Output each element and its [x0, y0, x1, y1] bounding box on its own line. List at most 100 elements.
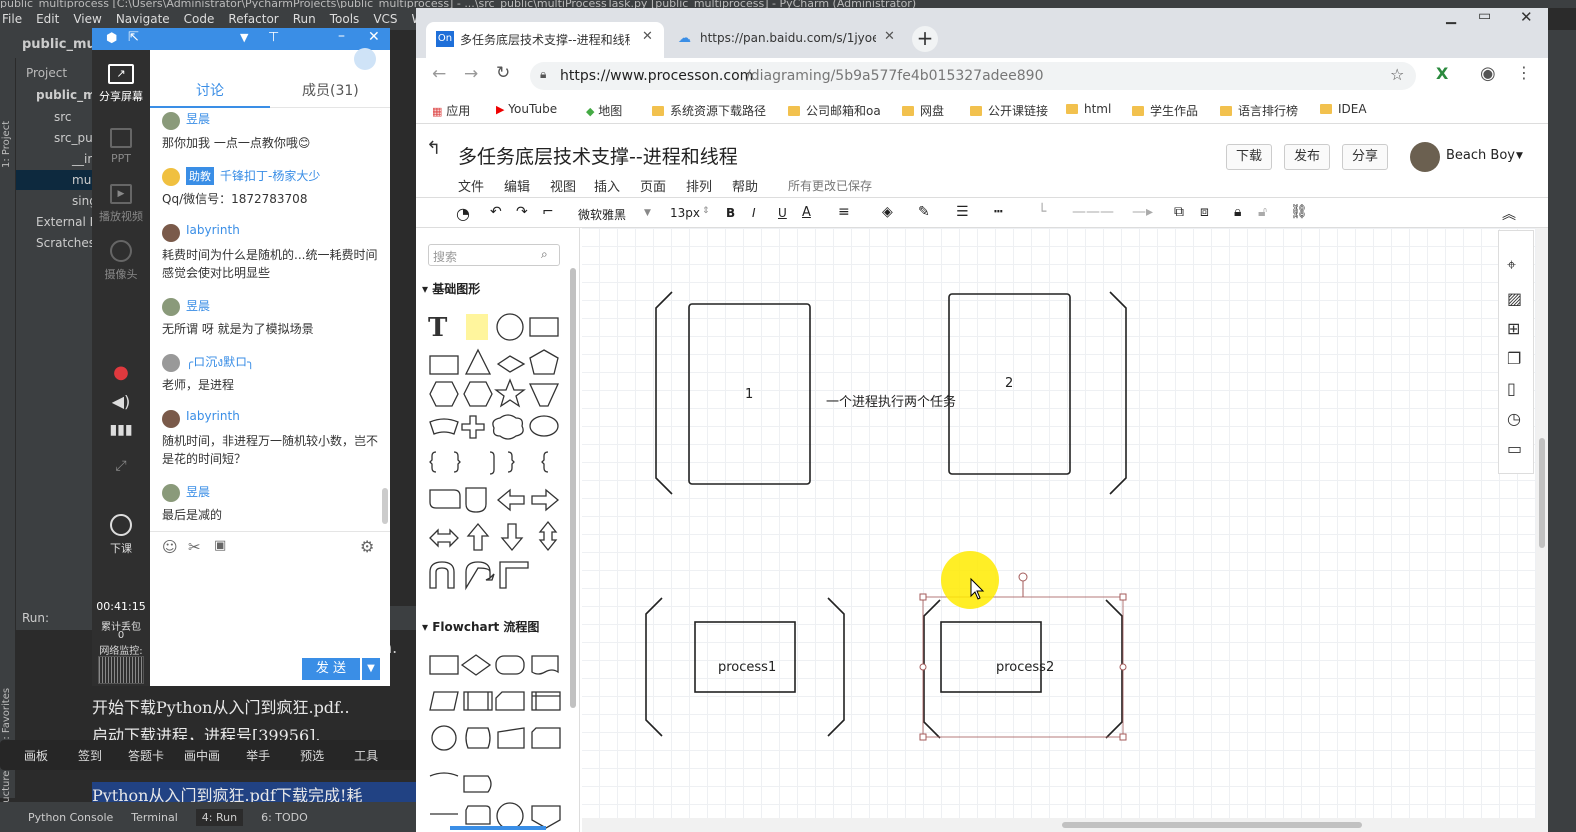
notice-icon[interactable]	[354, 48, 376, 70]
bookmark-maps[interactable]: ◆ 地图	[586, 102, 622, 119]
unlock-icon[interactable]: 🔓︎	[1258, 204, 1267, 220]
live-pin2-icon[interactable]: ⊤	[268, 30, 279, 45]
menu-view[interactable]: 视图	[550, 176, 576, 195]
menu-edit[interactable]: 编辑	[504, 176, 530, 195]
tab-discuss[interactable]: 讨论	[196, 80, 224, 100]
publish-button[interactable]: 发布	[1284, 144, 1330, 170]
msg-author[interactable]: ╭ロ沉ง默ロ╮	[186, 353, 254, 372]
gear-icon[interactable]: ⚙	[360, 537, 374, 556]
browser-tab-active[interactable]: On 多任务底层技术支撑--进程和线程 ✕	[426, 22, 664, 58]
window-restore-icon[interactable]: ▭	[1478, 8, 1491, 24]
format-painter-icon[interactable]: ◔	[456, 204, 470, 223]
ppt-button[interactable]: PPT	[92, 128, 150, 165]
underline-icon[interactable]: U	[778, 206, 787, 220]
tree-root[interactable]: public_m	[36, 88, 96, 102]
tab-members[interactable]: 成员(31)	[302, 80, 359, 100]
menu-refactor[interactable]: Refactor	[228, 12, 278, 26]
diagram-title[interactable]: 多任务底层技术支撑--进程和线程	[458, 142, 738, 169]
msg-author[interactable]: 昱晨	[186, 110, 210, 127]
shape-search-input[interactable]: 搜索 ⌕	[428, 244, 560, 266]
send-options-chevron-icon[interactable]: ▼	[362, 658, 380, 680]
tree-multiprocess-selected[interactable]: mu	[16, 170, 92, 190]
scissors-icon[interactable]: ✂	[188, 538, 201, 556]
tab-terminal[interactable]: Terminal	[131, 811, 178, 824]
font-size-stepper-icon[interactable]: ⇕	[702, 206, 710, 216]
menu-file[interactable]: 文件	[458, 176, 484, 195]
document-icon[interactable]: ▯	[1507, 379, 1516, 398]
menu-vcs[interactable]: VCS	[373, 12, 397, 26]
back-icon[interactable]: ←	[432, 64, 446, 84]
undo-icon[interactable]: ↶	[490, 204, 502, 220]
flowchart-shapes-grid[interactable]	[424, 646, 572, 832]
play-video-button[interactable]: ▶ 播放视频	[92, 184, 150, 224]
basic-shapes-grid[interactable]: T	[424, 306, 572, 606]
more-menu-icon[interactable]: ⋮	[1516, 63, 1532, 82]
end-class-button[interactable]: 下课	[92, 514, 150, 556]
download-button[interactable]: 下载	[1226, 144, 1272, 170]
menu-view[interactable]: View	[73, 12, 101, 26]
italic-icon[interactable]: I	[752, 206, 756, 220]
diagram-canvas[interactable]: 1 2 一个进程执行两个任务 process1 process2	[582, 228, 1536, 818]
whiteboard-button[interactable]: 画板	[24, 747, 48, 764]
live-pin-icon[interactable]: ⬢	[106, 31, 117, 46]
bookmark-folder[interactable]: html	[1066, 102, 1111, 116]
share-button[interactable]: 分享	[1342, 144, 1388, 170]
font-color-icon[interactable]: A	[802, 205, 811, 220]
chat-input[interactable]	[150, 564, 390, 654]
tab-run[interactable]: 4: Run	[195, 808, 244, 826]
reload-icon[interactable]: ↻	[496, 63, 510, 83]
connector-type-icon[interactable]: └	[1038, 204, 1046, 220]
menu-help[interactable]: 帮助	[732, 176, 758, 195]
user-chevron-down-icon[interactable]: ▼	[1516, 151, 1523, 161]
menu-file[interactable]: File	[2, 12, 22, 26]
pip-button[interactable]: 画中画	[184, 747, 220, 764]
msg-author[interactable]: Iabyrinth	[186, 409, 240, 423]
brush-icon[interactable]: ⌐	[542, 204, 554, 220]
send-back-icon[interactable]: ⧈	[1200, 204, 1209, 220]
scroll-thumb[interactable]	[1539, 438, 1545, 548]
image-panel-icon[interactable]: ▨	[1507, 289, 1522, 308]
forward-icon[interactable]: →	[464, 64, 478, 84]
tree-src-public[interactable]: src_pu	[54, 131, 93, 145]
user-avatar[interactable]	[1410, 142, 1440, 172]
minimize-icon[interactable]: –	[338, 28, 345, 44]
bookmark-folder[interactable]: 系统资源下载路径	[652, 102, 766, 119]
raise-hand-button[interactable]: 举手	[246, 747, 270, 764]
crosshair-icon[interactable]: ⌖	[1507, 255, 1516, 275]
font-chevron-down-icon[interactable]: ▼	[644, 208, 651, 218]
line-color-icon[interactable]: ✎	[918, 204, 930, 220]
bookmark-youtube[interactable]: ▶ YouTube	[496, 102, 557, 116]
menu-insert[interactable]: 插入	[594, 176, 620, 195]
fill-color-icon[interactable]: ◈	[882, 204, 893, 220]
share-screen-button[interactable]: ↗ 分享屏幕	[92, 64, 150, 104]
tab-close-icon[interactable]: ✕	[884, 29, 895, 44]
window-close-icon[interactable]: ✕	[1520, 8, 1533, 26]
menu-edit[interactable]: Edit	[36, 12, 59, 26]
msg-author[interactable]: 昱晨	[186, 483, 210, 500]
arrow-style-icon[interactable]: —▸	[1132, 204, 1153, 220]
bold-icon[interactable]: B	[726, 206, 735, 220]
chat-scrollbar[interactable]	[382, 488, 388, 524]
bring-front-icon[interactable]: ⧉	[1174, 204, 1184, 220]
tab-todo[interactable]: 6: TODO	[261, 811, 308, 824]
font-size-select[interactable]: 13px	[670, 206, 700, 220]
tab-project[interactable]: 1: Project	[1, 121, 12, 168]
preselect-button[interactable]: 预选	[300, 747, 324, 764]
bookmark-folder[interactable]: 公司邮箱和oa	[788, 102, 881, 119]
volume-bars-icon[interactable]: ▮▮▮	[92, 422, 150, 438]
live-dropdown-icon[interactable]: ▼	[240, 31, 248, 44]
annotation-text[interactable]: 一个进程执行两个任务	[826, 391, 956, 410]
back-arrow-icon[interactable]: ↰	[426, 138, 441, 159]
font-family-select[interactable]: 微软雅黑	[578, 206, 626, 223]
scroll-thumb[interactable]	[1062, 822, 1362, 828]
msg-author[interactable]: 千锋扣丁-杨家大少	[220, 167, 320, 184]
collapse-chevron-up-icon[interactable]: ︽	[1502, 204, 1516, 224]
copy-page-icon[interactable]: ❐	[1507, 349, 1521, 368]
browser-tab[interactable]: ☁ https://pan.baidu.com/s/1jyoe ✕	[668, 22, 908, 58]
section-flowchart[interactable]: ▾ Flowchart 流程图	[422, 618, 539, 635]
redo-icon[interactable]: ↷	[516, 204, 528, 220]
menu-page[interactable]: 页面	[640, 176, 666, 195]
tab-close-icon[interactable]: ✕	[642, 29, 653, 44]
ide-breadcrumb[interactable]: public_mult	[0, 30, 106, 58]
lock-icon[interactable]: 🔒︎	[1234, 204, 1241, 220]
